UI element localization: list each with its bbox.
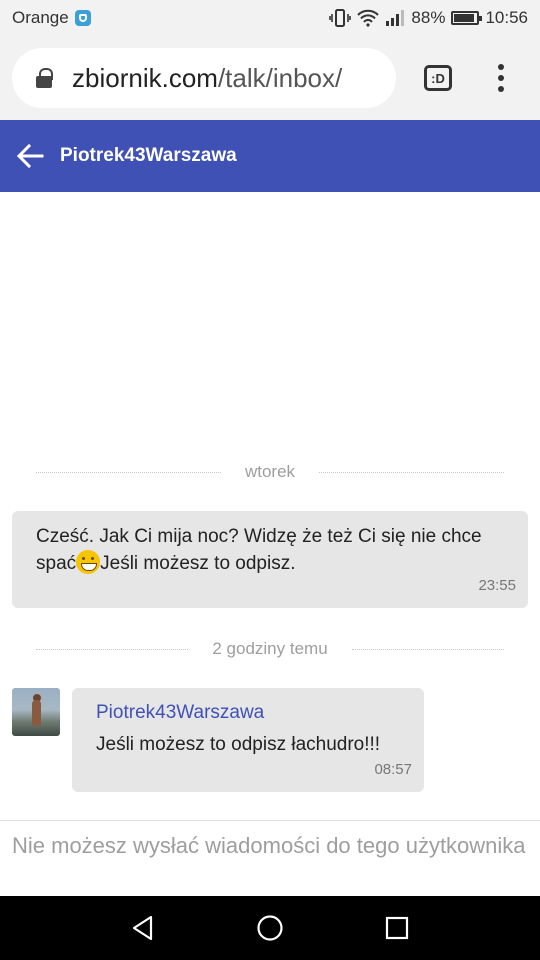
message-bubble-incoming: Cześć. Jak Ci mija noc? Widzę że też Ci … [12, 511, 528, 608]
clock: 10:56 [485, 8, 528, 27]
message-timestamp: 23:55 [478, 577, 516, 594]
date-divider-label: wtorek [244, 462, 296, 481]
system-navigation-bar [0, 896, 540, 960]
message-sender[interactable]: Piotrek43Warszawa [96, 700, 400, 726]
cannot-send-notice: Nie możesz wysłać wiadomości do tego uży… [0, 820, 540, 896]
browser-toolbar: zbiornik.com/talk/inbox/ :D [0, 36, 540, 120]
nav-home-icon[interactable] [255, 913, 285, 943]
tab-switcher-button[interactable]: :D [424, 65, 452, 91]
tab-switcher-label: :D [431, 70, 445, 86]
date-divider-label: 2 godziny temu [212, 639, 328, 658]
back-arrow-icon[interactable] [16, 142, 44, 170]
url-domain: zbiornik.com [72, 62, 218, 93]
carrier-name: Orange [12, 8, 69, 27]
message-timestamp: 08:57 [374, 761, 412, 778]
conversation-title: Piotrek43Warszawa [60, 145, 237, 166]
conversation-header: Piotrek43Warszawa [0, 120, 540, 192]
overflow-menu-icon[interactable] [498, 64, 504, 92]
shield-icon [74, 10, 91, 26]
wifi-icon [357, 9, 380, 27]
date-divider: wtorek [36, 462, 505, 482]
lock-icon [36, 68, 53, 88]
nav-back-icon[interactable] [128, 913, 158, 943]
address-bar[interactable]: zbiornik.com/talk/inbox/ [12, 48, 396, 108]
grinning-face-emoji-icon [76, 550, 101, 574]
message-bubble-with-sender: Piotrek43Warszawa Jeśli możesz to odpisz… [72, 688, 424, 792]
status-indicators: 88% 10:56 [329, 8, 528, 28]
carrier-info: Orange [12, 8, 91, 28]
date-divider: 2 godziny temu [36, 639, 505, 659]
signal-icon [386, 10, 405, 26]
battery-icon [451, 11, 483, 25]
message-list[interactable]: wtorek Cześć. Jak Ci mija noc? Widzę że … [0, 192, 540, 820]
message-text: Jeśli możesz to odpisz łachudro!!! [96, 734, 381, 755]
message-text: Cześć. Jak Ci mija noc? Widzę że też Ci … [36, 523, 504, 577]
nav-recents-icon[interactable] [382, 913, 412, 943]
url-text[interactable]: zbiornik.com/talk/inbox/ [72, 63, 342, 94]
status-bar: Orange 88% 10:56 [0, 0, 540, 36]
battery-percent: 88% [411, 8, 446, 27]
url-path: /talk/inbox/ [217, 62, 343, 93]
vibrate-icon [329, 9, 352, 27]
avatar[interactable] [12, 688, 60, 736]
message-text-part: Jeśli możesz to odpisz. [100, 553, 296, 574]
